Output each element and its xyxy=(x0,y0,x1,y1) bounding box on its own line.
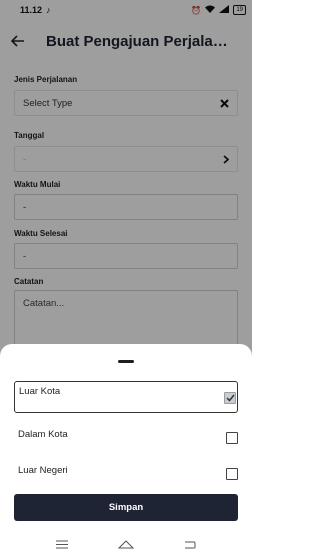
option-luar-negeri[interactable]: Luar Negeri xyxy=(14,454,238,486)
sheet-drag-handle[interactable] xyxy=(118,360,134,363)
checkbox-icon[interactable] xyxy=(226,468,238,480)
back-nav-icon[interactable] xyxy=(180,534,200,554)
checkbox-icon[interactable] xyxy=(226,432,238,444)
home-icon[interactable] xyxy=(116,534,136,554)
system-nav-bar xyxy=(0,528,252,560)
option-label: Dalam Kota xyxy=(18,428,68,440)
option-label: Luar Negeri xyxy=(18,464,68,476)
option-luar-kota[interactable]: Luar Kota xyxy=(14,381,238,413)
menu-icon[interactable] xyxy=(52,534,72,554)
save-button[interactable]: Simpan xyxy=(14,494,238,521)
option-dalam-kota[interactable]: Dalam Kota xyxy=(14,418,238,450)
option-label: Luar Kota xyxy=(19,386,61,397)
checkbox-checked-icon[interactable] xyxy=(224,392,236,404)
